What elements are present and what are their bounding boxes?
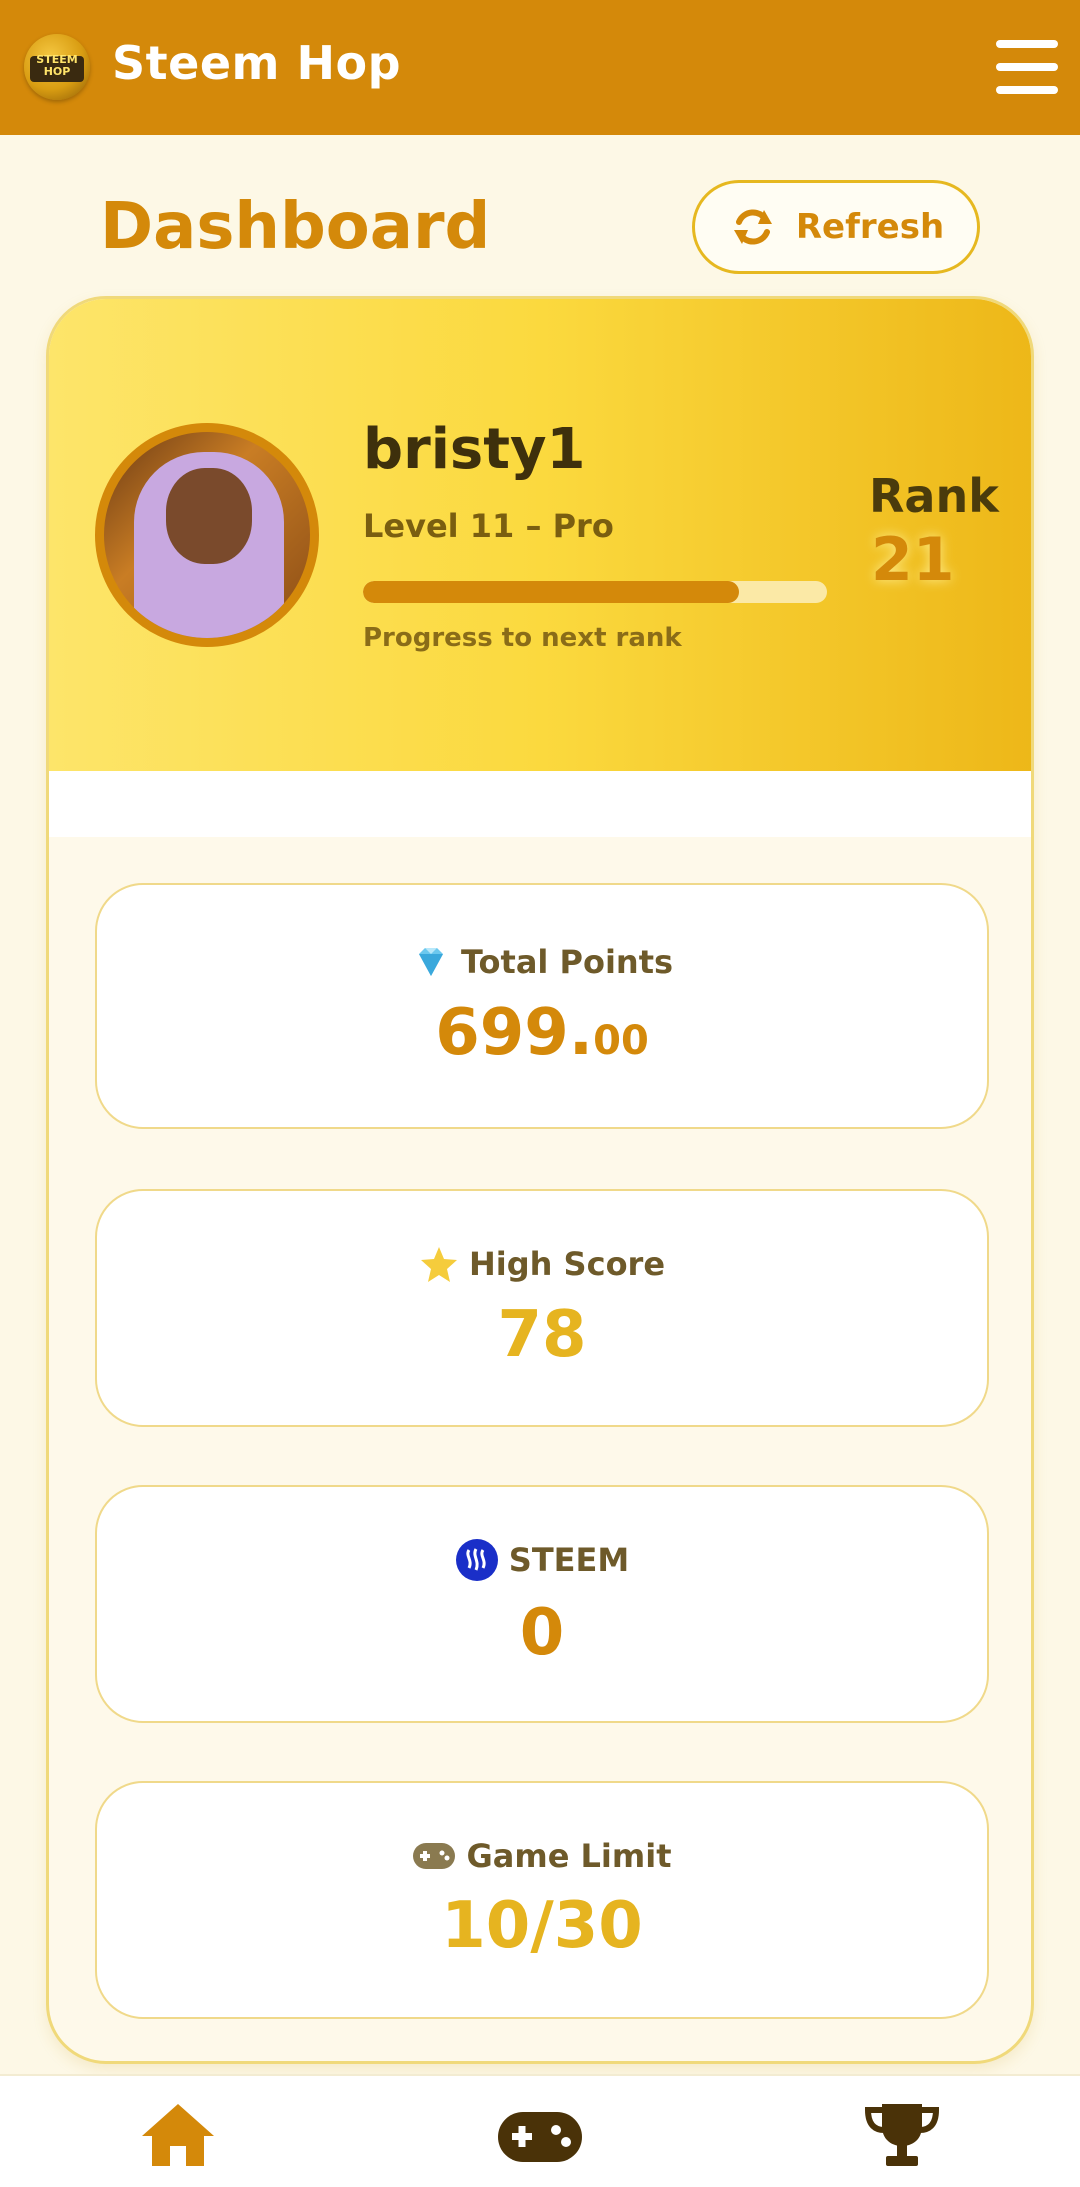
total-points-header: Total Points — [411, 942, 673, 982]
rank-label: Rank — [869, 469, 999, 523]
gamepad-icon — [413, 1843, 456, 1869]
dashboard-card: bristy1 Level 11 – Pro Progress to next … — [46, 296, 1034, 2064]
steem-card: STEEM 0 — [95, 1485, 989, 1723]
rank-progress-bar — [363, 581, 827, 603]
menu-icon-bar — [996, 63, 1058, 71]
refresh-icon — [733, 209, 772, 245]
username: bristy1 — [363, 417, 586, 482]
nav-leaderboard[interactable] — [862, 2100, 942, 2170]
high-score-header: High Score — [419, 1244, 665, 1284]
star-icon — [420, 1247, 457, 1282]
bottom-nav — [0, 2074, 1080, 2187]
avatar-face — [166, 468, 252, 564]
home-icon — [142, 2104, 214, 2166]
steem-icon — [455, 1539, 498, 1581]
profile-panel: bristy1 Level 11 – Pro Progress to next … — [49, 299, 1031, 771]
menu-icon-bar — [996, 40, 1058, 48]
app-title: Steem Hop — [112, 36, 401, 90]
menu-icon-bar — [996, 86, 1058, 94]
progress-label: Progress to next rank — [363, 623, 682, 653]
nav-home[interactable] — [138, 2100, 218, 2170]
trophy-icon — [864, 2104, 940, 2166]
steem-value: 0 — [519, 1596, 565, 1670]
app-logo[interactable]: STEEM HOP — [24, 34, 90, 100]
total-points-main: 699. — [435, 996, 594, 1070]
app-bar: STEEM HOP Steem Hop — [0, 0, 1080, 135]
game-limit-card: Game Limit 10/30 — [95, 1781, 989, 2019]
level-label: Level 11 – Pro — [363, 507, 614, 545]
gamepad-icon — [498, 2112, 582, 2162]
game-limit-label: Game Limit — [466, 1837, 672, 1875]
avatar[interactable] — [95, 423, 319, 647]
total-points-label: Total Points — [460, 943, 674, 981]
steem-header: STEEM — [455, 1538, 629, 1582]
total-points-decimal: 00 — [593, 1018, 649, 1064]
high-score-card: High Score 78 — [95, 1189, 989, 1427]
steem-label: STEEM — [508, 1541, 630, 1579]
divider-strip — [49, 771, 1031, 837]
menu-button[interactable] — [996, 40, 1058, 94]
total-points-value: 699.00 — [435, 996, 649, 1070]
refresh-label: Refresh — [795, 207, 945, 247]
rank-value: 21 — [871, 525, 955, 595]
gem-icon — [418, 948, 443, 976]
nav-games[interactable] — [496, 2100, 584, 2170]
refresh-button[interactable]: Refresh — [692, 180, 980, 274]
page-title: Dashboard — [100, 190, 491, 264]
game-limit-header: Game Limit — [412, 1837, 672, 1875]
rank-progress-fill — [363, 581, 739, 603]
total-points-card: Total Points 699.00 — [95, 883, 989, 1129]
high-score-label: High Score — [468, 1245, 666, 1283]
high-score-value: 78 — [497, 1298, 587, 1372]
logo-text: STEEM HOP — [36, 53, 78, 78]
game-limit-value: 10/30 — [441, 1889, 643, 1963]
